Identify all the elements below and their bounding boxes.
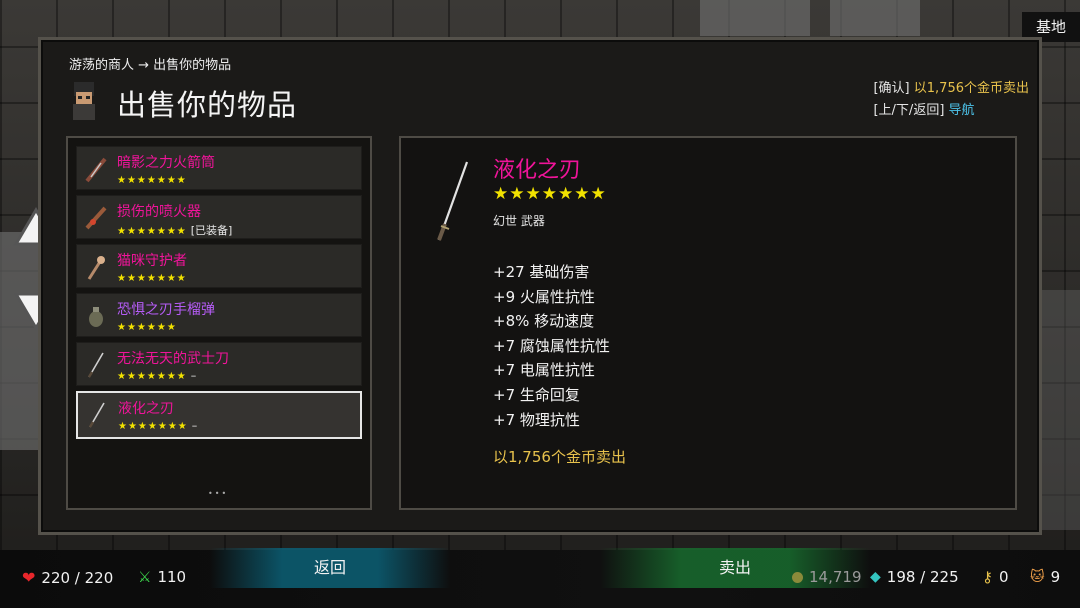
stone-tile: [830, 0, 920, 36]
back-button[interactable]: 返回: [210, 548, 450, 588]
merchant-portrait-icon: [73, 82, 95, 120]
confirm-action: 以1,756个金币卖出: [913, 81, 1029, 96]
gem-stat: ◆ 198 / 225: [870, 568, 959, 586]
detail-stars: ★★★★★★★: [493, 184, 607, 204]
item-stars: ★★★★★★★ –: [118, 419, 198, 432]
item-stars: ★★★★★★★ [已装备]: [117, 224, 233, 237]
nav-action: 导航: [948, 103, 975, 118]
gold-value: 14,719: [809, 568, 862, 586]
nav-key: [上/下/返回]: [873, 103, 945, 118]
sell-price: 以1,756个金币卖出: [493, 448, 626, 466]
item-stars: ★★★★★★: [117, 322, 177, 333]
list-item[interactable]: 损伤的喷火器 ★★★★★★★ [已装备]: [76, 195, 362, 239]
item-name: 猫咪守护者: [117, 253, 187, 269]
sword-icon: ⚔: [138, 568, 152, 586]
item-stars: ★★★★★★★ –: [117, 369, 197, 382]
list-item[interactable]: 恐惧之刃手榴弹 ★★★★★★: [76, 293, 362, 337]
pet-stat: 🐱 9: [1030, 568, 1060, 586]
stat-line: +7 腐蚀属性抗性: [493, 336, 610, 355]
pet-value: 9: [1050, 568, 1061, 586]
stat-line: +7 生命回复: [493, 385, 580, 404]
coin-icon: [792, 571, 803, 583]
katana-icon: [437, 161, 469, 241]
stone-tile: [0, 232, 38, 450]
health-value: 220 / 220: [41, 568, 114, 587]
gold-stat: 14,719: [792, 568, 862, 586]
item-list: 暗影之力火箭筒 ★★★★★★★ 损伤的喷火器 ★★★★★★★ [已装备] 猫咪守护…: [66, 136, 372, 510]
page-indicator: •••: [208, 489, 229, 498]
cat-icon: 🐱: [1030, 569, 1045, 585]
item-name: 暗影之力火箭筒: [117, 155, 215, 171]
stat-line: +27 基础伤害: [493, 263, 590, 281]
item-detail: 液化之刃 ★★★★★★★ 幻世 武器 +27 基础伤害 +9 火属性抗性 +8%…: [399, 136, 1017, 510]
stat-line: +9 火属性抗性: [493, 287, 595, 306]
stat-list: +27 基础伤害 +9 火属性抗性 +8% 移动速度 +7 腐蚀属性抗性 +7 …: [493, 260, 610, 432]
stat-line: +7 电属性抗性: [493, 361, 595, 380]
item-name: 损伤的喷火器: [117, 204, 201, 220]
gem-value: 198 / 225: [886, 568, 959, 586]
item-stars: ★★★★★★★: [117, 175, 187, 186]
stat-line: +7 物理抗性: [493, 410, 580, 429]
attack-stat: ⚔ 110: [138, 568, 186, 586]
attack-value: 110: [157, 568, 187, 586]
gem-icon: ◆: [870, 569, 881, 585]
control-hints: [确认] 以1,756个金币卖出 [上/下/返回] 导航: [873, 78, 1029, 122]
katana-icon: [88, 402, 105, 428]
key-value: 0: [999, 568, 1009, 586]
katana-icon: [87, 352, 104, 378]
page-title: 出售你的物品: [117, 88, 298, 122]
heart-icon: ❤: [22, 568, 36, 587]
list-item[interactable]: 猫咪守护者 ★★★★★★★: [76, 244, 362, 288]
key-stat: ⚷ 0: [982, 568, 1009, 586]
health-stat: ❤ 220 / 220: [22, 568, 113, 587]
item-stars: ★★★★★★★: [117, 273, 187, 284]
breadcrumb: 游荡的商人 → 出售你的物品: [69, 58, 232, 73]
cat-guardian-weapon-icon: [87, 256, 105, 280]
list-item[interactable]: 无法无天的武士刀 ★★★★★★★ –: [76, 342, 362, 386]
rocket-launcher-icon: [85, 157, 107, 183]
list-item[interactable]: 暗影之力火箭筒 ★★★★★★★: [76, 146, 362, 190]
detail-item-name: 液化之刃: [493, 158, 582, 183]
confirm-key: [确认]: [873, 81, 910, 96]
equipped-tag: [已装备]: [190, 224, 233, 237]
stat-line: +8% 移动速度: [493, 312, 595, 331]
detail-item-type: 幻世 武器: [493, 214, 545, 228]
shop-panel: 游荡的商人 → 出售你的物品 出售你的物品 [确认] 以1,756个金币卖出 […: [38, 37, 1042, 535]
grenade-icon: [89, 307, 103, 327]
flamethrower-icon: [85, 206, 107, 230]
key-icon: ⚷: [982, 568, 993, 586]
item-name: 无法无天的武士刀: [117, 351, 229, 367]
list-item-selected[interactable]: 液化之刃 ★★★★★★★ –: [76, 391, 362, 439]
stone-tile: [700, 0, 810, 36]
item-name: 液化之刃: [118, 401, 174, 417]
stone-tile: [1042, 290, 1080, 530]
item-name: 恐惧之刃手榴弹: [117, 302, 215, 318]
